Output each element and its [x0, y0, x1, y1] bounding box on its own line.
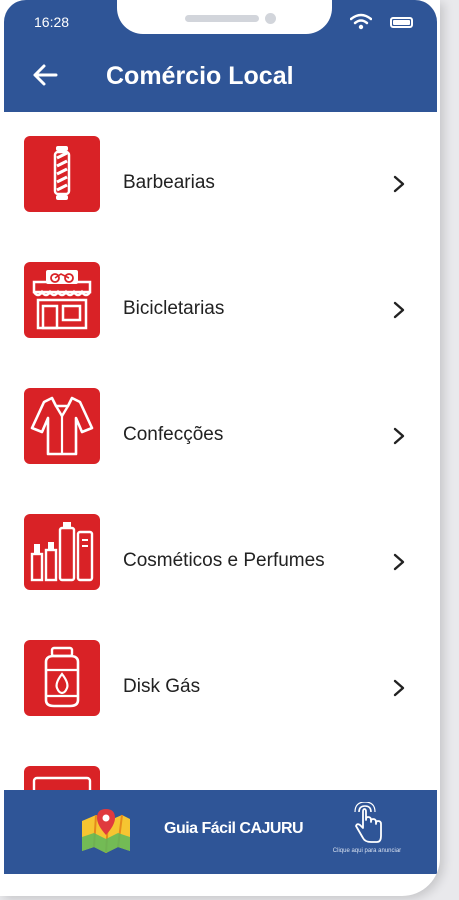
category-label: Barbearias: [123, 172, 215, 193]
list-item-confeccoes[interactable]: Confecções: [4, 376, 437, 476]
list-item-barbearias[interactable]: Barbearias: [4, 124, 437, 224]
category-label: Bicicletarias: [123, 298, 225, 319]
chevron-right-icon: [393, 553, 405, 571]
phone-notch: [117, 0, 332, 34]
phone-screen: 16:28 Comércio Local Barbearias Biciclet…: [0, 0, 440, 896]
barber-pole-icon: [24, 136, 100, 212]
list-item-disk-gas[interactable]: Disk Gás: [4, 628, 437, 728]
app-header: 16:28 Comércio Local: [4, 0, 437, 112]
category-label: Disk Gás: [123, 676, 201, 697]
back-arrow-icon[interactable]: [30, 60, 60, 90]
list-item-bicicletarias[interactable]: Bicicletarias: [4, 250, 437, 350]
map-icon: [82, 809, 130, 854]
shirt-icon: [24, 388, 100, 464]
list-item-partial[interactable]: [4, 754, 437, 790]
camera: [265, 13, 276, 24]
app-brand: Guia Fácil CAJURU: [164, 820, 304, 837]
page-title: Comércio Local: [106, 62, 294, 90]
category-label: Cosméticos e Perfumes: [123, 550, 325, 571]
category-tile: [24, 766, 100, 790]
list-item-cosmeticos[interactable]: Cosméticos e Perfumes: [4, 502, 437, 602]
speaker: [185, 15, 259, 22]
tap-hand-icon[interactable]: [349, 802, 385, 846]
status-time: 16:28: [34, 14, 70, 30]
bicycle-shop-icon: [24, 262, 100, 338]
bottom-bar: Guia Fácil CAJURU Clique aqui para anunc…: [4, 790, 437, 874]
category-label: Confecções: [123, 424, 224, 445]
cosmetics-icon: [24, 514, 100, 590]
chevron-right-icon: [393, 427, 405, 445]
gas-cylinder-icon: [24, 640, 100, 716]
chevron-right-icon: [393, 175, 405, 193]
advertise-cta[interactable]: Clique aqui para anunciar: [317, 848, 417, 854]
wifi-icon: [350, 13, 372, 30]
chevron-right-icon: [393, 301, 405, 319]
battery-icon: [390, 17, 413, 28]
category-list[interactable]: Barbearias Bicicletarias Confecções Cosm…: [4, 112, 437, 790]
chevron-right-icon: [393, 679, 405, 697]
